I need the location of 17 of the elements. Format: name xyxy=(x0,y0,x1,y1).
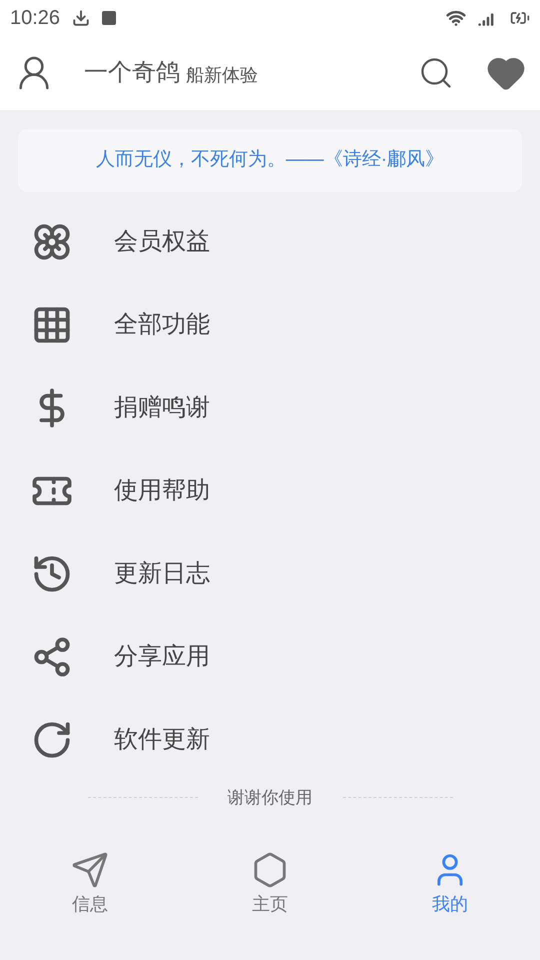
thanks-note: 谢谢你使用 xyxy=(228,787,312,809)
menu-item[interactable]: 全部功能 xyxy=(0,283,540,366)
menu-item[interactable]: 分享应用 xyxy=(0,615,540,698)
menu-item[interactable]: 更新日志 xyxy=(0,532,540,615)
menu-item[interactable]: 捐赠鸣谢 xyxy=(0,366,540,449)
app-subtitle: 船新体验 xyxy=(186,64,258,86)
paper-plane-icon xyxy=(71,850,109,888)
menu-item[interactable]: 会员权益 xyxy=(0,200,540,283)
nav-tab[interactable]: 信息 xyxy=(0,850,180,918)
menu-item[interactable]: 软件更新 xyxy=(0,698,540,781)
quote-card: 人而无仪，不死何为。——《诗经·鄘风》 xyxy=(18,129,522,192)
app-title: 一个奇鸽 xyxy=(84,58,180,88)
menu-item[interactable]: 使用帮助 xyxy=(0,449,540,532)
download-icon xyxy=(72,9,90,27)
wifi-icon xyxy=(446,8,466,28)
status-time: 10:26 xyxy=(10,6,60,31)
nav-tab[interactable]: 主页 xyxy=(180,850,360,918)
